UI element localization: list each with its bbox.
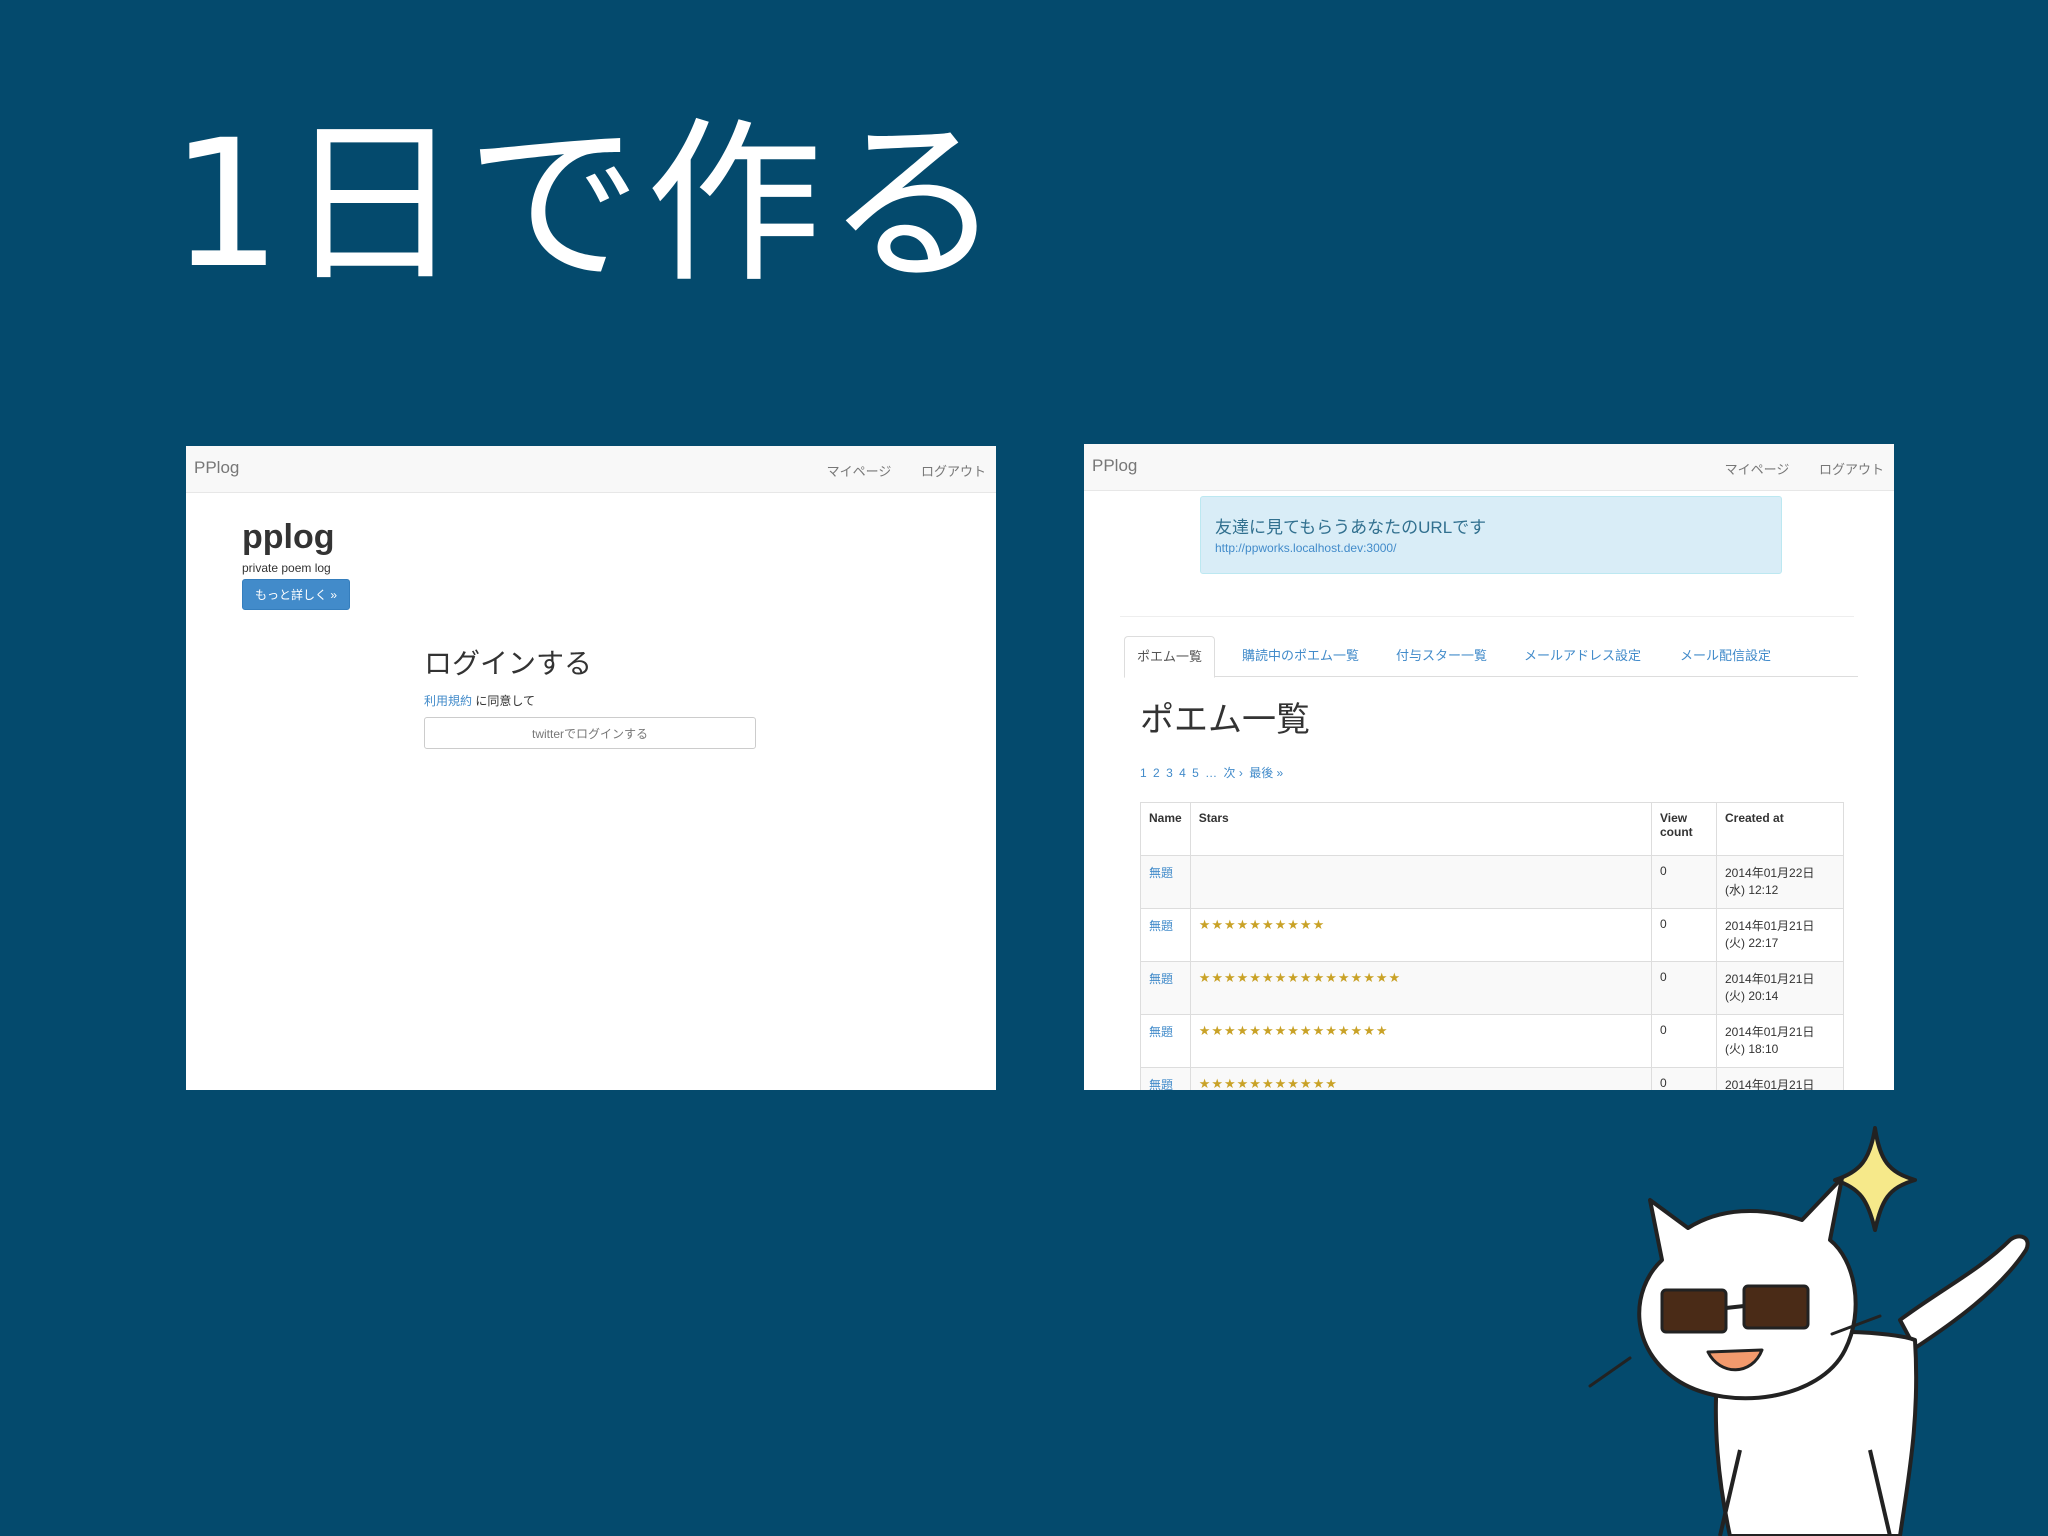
mypage-link[interactable]: マイページ <box>1725 462 1790 477</box>
star-rating: ★★★★★★★★★★ <box>1189 908 1653 962</box>
created-at: 2014年01月21日 (火) 20:14 <box>1716 961 1844 1015</box>
view-count: 0 <box>1651 1067 1717 1090</box>
divider <box>1120 616 1854 617</box>
poem-title-link[interactable]: 無題 <box>1149 1078 1173 1090</box>
mypage-link[interactable]: マイページ <box>827 464 892 479</box>
jumbotron-title: pplog <box>242 518 335 556</box>
tab-subscribed-poems[interactable]: 購読中のポエム一覧 <box>1242 636 1359 676</box>
view-count: 0 <box>1651 908 1717 962</box>
view-count: 0 <box>1651 855 1717 909</box>
navbar: PPlog マイページ ログアウト <box>1084 444 1894 491</box>
sparkle-icon <box>1833 1126 1917 1232</box>
table-row: 無題 0 2014年01月22日 (水) 12:12 <box>1140 855 1844 909</box>
tab-email-settings[interactable]: メールアドレス設定 <box>1524 636 1641 676</box>
alert-title: 友達に見てもらうあなたのURLです <box>1215 518 1487 537</box>
twitter-login-button[interactable]: twitterでログインする <box>424 717 756 749</box>
brand-link[interactable]: PPlog <box>194 458 239 478</box>
nav-links: マイページ ログアウト <box>801 461 986 480</box>
table-row: 無題 ★★★★★★★★★★★★★★★★ 0 2014年01月21日 (火) 20… <box>1140 961 1844 1015</box>
header-view-count: View count <box>1651 802 1717 856</box>
page-heading: ポエム一覧 <box>1140 701 1310 739</box>
login-title: ログインする <box>424 648 593 679</box>
tab-delivery-settings[interactable]: メール配信設定 <box>1680 636 1771 676</box>
created-at: 2014年01月21日 (火) 22:17 <box>1716 908 1844 962</box>
page-link-2[interactable]: 2 <box>1153 766 1160 780</box>
terms-line: 利用規約 に同意して <box>424 692 756 709</box>
poem-list-screenshot: PPlog マイページ ログアウト 友達に見てもらうあなたのURLです http… <box>1084 444 1894 1090</box>
cat-tail <box>1898 1234 2030 1350</box>
header-stars: Stars <box>1189 802 1653 856</box>
page-link-1[interactable]: 1 <box>1140 766 1147 780</box>
table-row: 無題 ★★★★★★★★★★★ 0 2014年01月21日 <box>1140 1067 1844 1090</box>
sunglasses-right-lens <box>1742 1284 1810 1330</box>
login-screenshot: PPlog マイページ ログアウト pplog private poem log… <box>186 446 996 1090</box>
logout-link[interactable]: ログアウト <box>921 464 986 479</box>
created-at: 2014年01月22日 (水) 12:12 <box>1716 855 1844 909</box>
nav-links: マイページ ログアウト <box>1699 459 1884 478</box>
url-alert: 友達に見てもらうあなたのURLです http://ppworks.localho… <box>1200 496 1782 574</box>
terms-link[interactable]: 利用規約 <box>424 694 472 708</box>
star-rating: ★★★★★★★★★★★★★★★ <box>1189 1014 1653 1068</box>
header-created-at: Created at <box>1716 802 1844 856</box>
table-row: 無題 ★★★★★★★★★★ 0 2014年01月21日 (火) 22:17 <box>1140 908 1844 962</box>
brand-link[interactable]: PPlog <box>1092 456 1137 476</box>
tab-bar: ポエム一覧 購読中のポエム一覧 付与スター一覧 メールアドレス設定 メール配信設… <box>1124 636 1858 678</box>
poem-title-link[interactable]: 無題 <box>1149 1025 1173 1039</box>
poem-title-link[interactable]: 無題 <box>1149 972 1173 986</box>
star-rating: ★★★★★★★★★★★★★★★★ <box>1189 961 1653 1015</box>
poem-title-link[interactable]: 無題 <box>1149 866 1173 880</box>
navbar: PPlog マイページ ログアウト <box>186 446 996 493</box>
pagination: 1 2 3 4 5 … 次 › 最後 » <box>1140 764 1286 781</box>
table-row: 無題 ★★★★★★★★★★★★★★★ 0 2014年01月21日 (火) 18:… <box>1140 1014 1844 1068</box>
cat-with-sunglasses-illustration <box>1588 1126 2030 1536</box>
last-page-link[interactable]: 最後 » <box>1249 766 1283 780</box>
slide-title: 1日で作る <box>170 102 1006 307</box>
page-link-3[interactable]: 3 <box>1166 766 1173 780</box>
table-header-row: Name Stars View count Created at <box>1140 802 1844 856</box>
jumbotron-subtitle: private poem log <box>242 561 331 575</box>
poem-table: Name Stars View count Created at 無題 0 20… <box>1140 802 1844 1090</box>
alert-url-link[interactable]: http://ppworks.localhost.dev:3000/ <box>1215 541 1396 555</box>
logout-link[interactable]: ログアウト <box>1819 462 1884 477</box>
tab-given-stars[interactable]: 付与スター一覧 <box>1396 636 1487 676</box>
page-link-4[interactable]: 4 <box>1179 766 1186 780</box>
view-count: 0 <box>1651 1014 1717 1068</box>
created-at: 2014年01月21日 <box>1716 1067 1844 1090</box>
page-link-5[interactable]: 5 <box>1192 766 1199 780</box>
sunglasses-bridge <box>1725 1304 1745 1310</box>
login-panel: ログインする 利用規約 に同意して twitterでログインする <box>424 642 756 749</box>
jumbotron: pplog private poem log もっと詳しく » <box>242 518 351 610</box>
poem-title-link[interactable]: 無題 <box>1149 919 1173 933</box>
view-count: 0 <box>1651 961 1717 1015</box>
created-at: 2014年01月21日 (火) 18:10 <box>1716 1014 1844 1068</box>
star-rating: ★★★★★★★★★★★ <box>1189 1067 1653 1090</box>
more-info-button[interactable]: もっと詳しく » <box>242 579 351 610</box>
header-name: Name <box>1140 802 1191 856</box>
star-rating <box>1189 855 1653 909</box>
whisker-left <box>1588 1356 1632 1388</box>
next-page-link[interactable]: 次 › <box>1224 766 1243 780</box>
poem-table-wrapper: Name Stars View count Created at 無題 0 20… <box>1140 802 1844 1090</box>
terms-text: に同意して <box>472 694 535 708</box>
page-gap: … <box>1205 766 1218 780</box>
tab-poem-list[interactable]: ポエム一覧 <box>1124 636 1216 678</box>
sunglasses-left-lens <box>1660 1288 1728 1334</box>
